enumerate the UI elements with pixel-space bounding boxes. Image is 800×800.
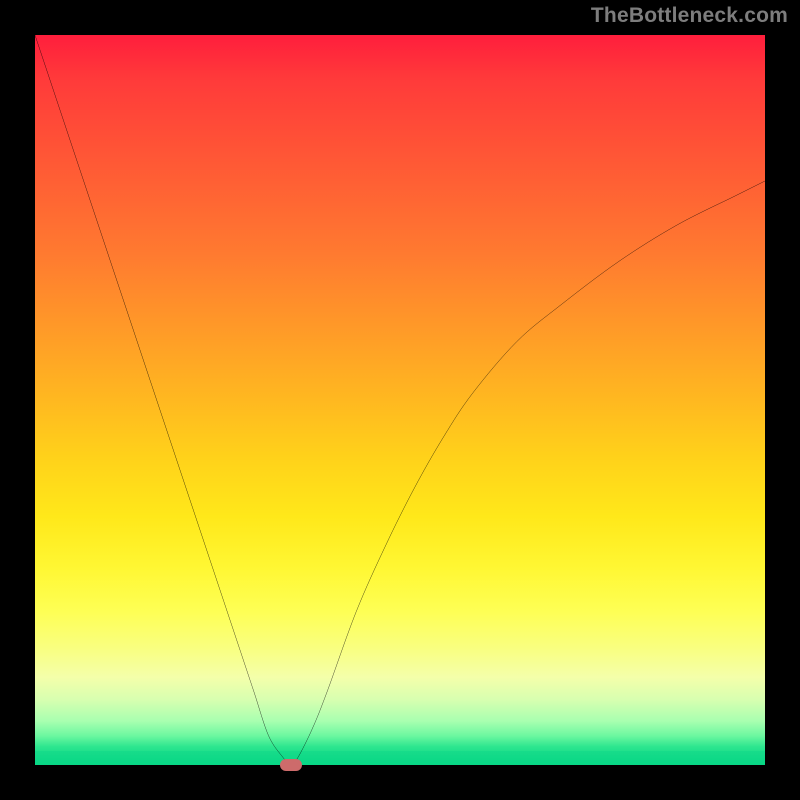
watermark-text: TheBottleneck.com (591, 4, 788, 28)
optimum-marker (280, 759, 302, 771)
bottleneck-curve (35, 35, 765, 765)
plot-area (35, 35, 765, 765)
chart-frame: TheBottleneck.com (0, 0, 800, 800)
